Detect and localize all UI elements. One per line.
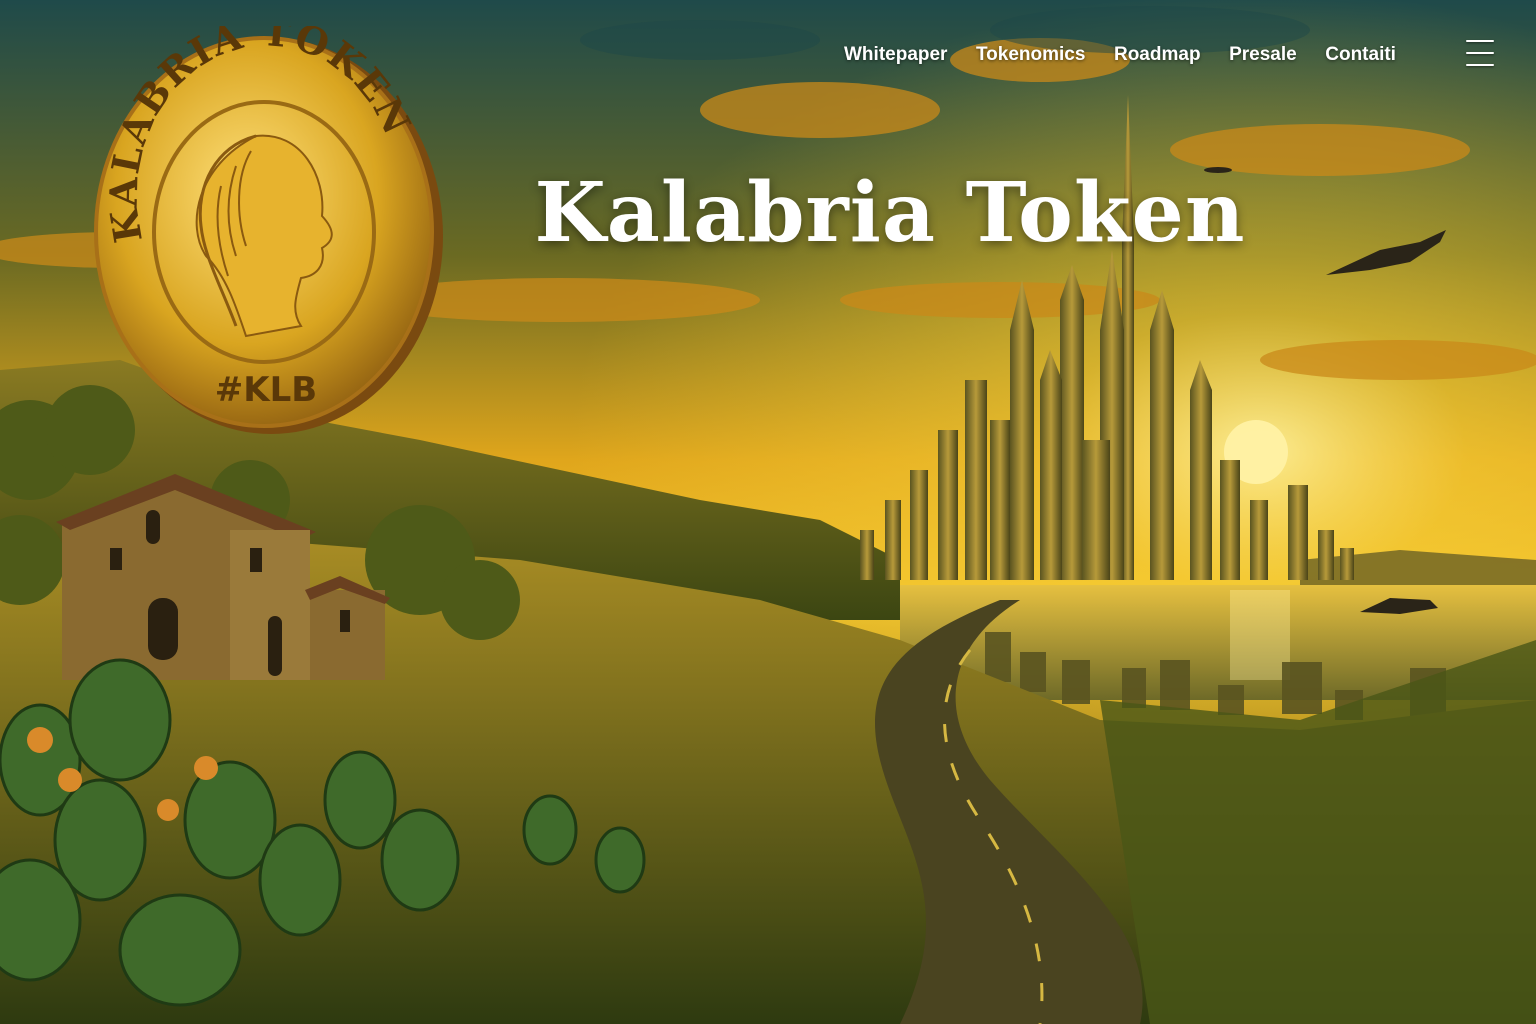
nav-link-whitepaper[interactable]: Whitepaper	[840, 42, 951, 68]
hamburger-menu-icon[interactable]	[1466, 40, 1494, 66]
coin-ticker: #KLB	[215, 370, 317, 410]
nav-link-roadmap[interactable]: Roadmap	[1110, 42, 1205, 68]
main-navigation: Whitepaper Tokenomics Roadmap Presale Co…	[840, 40, 1400, 70]
menu-line-middle	[1466, 52, 1494, 54]
menu-line-bottom	[1466, 64, 1494, 66]
nav-link-tokenomics[interactable]: Tokenomics	[972, 42, 1089, 68]
hero-title: Kalabria Token	[534, 165, 1246, 261]
menu-line-top	[1466, 40, 1494, 42]
nav-link-contaiti[interactable]: Contaiti	[1321, 42, 1400, 68]
kalabria-coin-logo: KALABRIA TOKEN #KLB	[94, 26, 443, 434]
nav-link-presale[interactable]: Presale	[1225, 42, 1301, 68]
